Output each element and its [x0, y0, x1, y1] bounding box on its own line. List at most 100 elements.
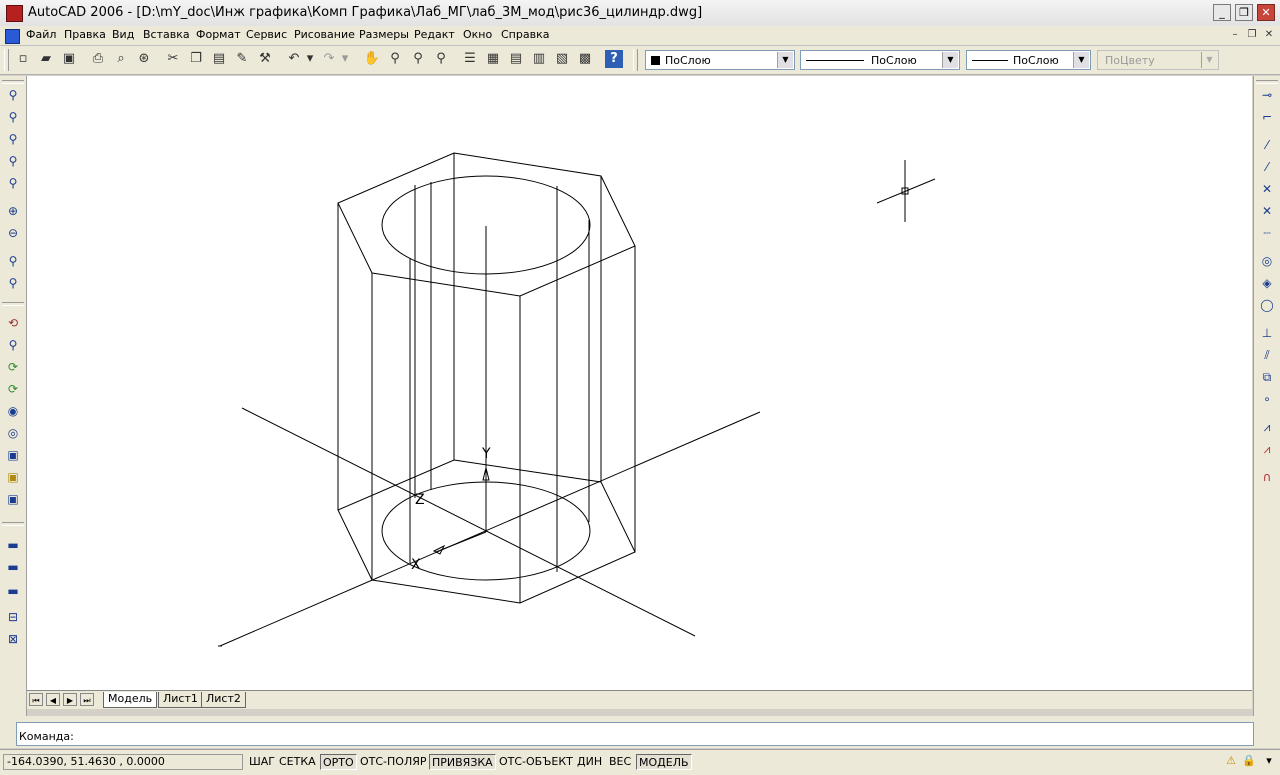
- toggle-lwt[interactable]: ВЕС: [607, 754, 633, 770]
- orbit-continuous-icon[interactable]: ⟳: [4, 358, 22, 376]
- document-icon[interactable]: [5, 29, 20, 44]
- doc-close-button[interactable]: ✕: [1262, 28, 1276, 41]
- chevron-down-icon[interactable]: ▼: [1201, 52, 1217, 68]
- markup-icon[interactable]: ▧: [553, 50, 571, 68]
- zoom-center-icon[interactable]: ⚲: [4, 152, 22, 170]
- linetype-select[interactable]: ПоСлою ▼: [800, 50, 960, 70]
- zoom-window-icon[interactable]: ⚲: [409, 50, 427, 68]
- model-space-drawing[interactable]: Y Z X: [27, 76, 1252, 690]
- toolpalettes-icon[interactable]: ▤: [507, 50, 525, 68]
- snap-tangent-icon[interactable]: ◎: [1258, 252, 1276, 270]
- tab-layout2[interactable]: Лист2: [201, 692, 246, 708]
- zoom-in-icon[interactable]: ⊕: [4, 202, 22, 220]
- osnap-settings-icon[interactable]: ∩: [1258, 468, 1276, 486]
- snap-node-icon[interactable]: ⫽: [1258, 346, 1276, 364]
- zoom-extents-icon[interactable]: ⚲: [4, 274, 22, 292]
- help-icon[interactable]: ?: [605, 50, 623, 68]
- snap-parallel-icon[interactable]: ◯: [1258, 296, 1276, 314]
- toggle-otrack[interactable]: ОТС-ОБЪЕКТ: [497, 754, 575, 770]
- snap-apparent-icon[interactable]: ⁄: [1258, 158, 1276, 176]
- zoom-object-icon[interactable]: ⚲: [4, 174, 22, 192]
- ucs-previous-icon[interactable]: ▬: [4, 558, 22, 576]
- coordinate-readout[interactable]: -164.0390, 51.4630 , 0.0000: [3, 754, 243, 770]
- snap-endpoint-icon[interactable]: ⊸: [1258, 86, 1276, 104]
- pan-icon[interactable]: ✋: [363, 50, 381, 68]
- drawing-canvas[interactable]: Y Z X: [27, 76, 1252, 690]
- camera-icon[interactable]: ⟳: [4, 380, 22, 398]
- chevron-down-icon[interactable]: ▼: [1073, 52, 1089, 68]
- chevron-down-icon[interactable]: ▼: [777, 52, 793, 68]
- toggle-polar[interactable]: ОТС-ПОЛЯР: [358, 754, 429, 770]
- zoom-scale-icon[interactable]: ⚲: [4, 130, 22, 148]
- paste-icon[interactable]: ▤: [210, 50, 228, 68]
- tab-model[interactable]: Модель: [103, 692, 158, 708]
- communication-center-icon[interactable]: ⚠: [1224, 754, 1238, 768]
- zoom-window-icon[interactable]: ⚲: [4, 86, 22, 104]
- named-view-icon[interactable]: ▣: [4, 468, 22, 486]
- menu-tools[interactable]: Сервис: [246, 28, 287, 41]
- toggle-dyn[interactable]: ДИН: [575, 754, 604, 770]
- view-icon[interactable]: ▣: [4, 446, 22, 464]
- plotstyle-select[interactable]: ПоЦвету ▼: [1097, 50, 1219, 70]
- menu-dimension[interactable]: Размеры: [359, 28, 409, 41]
- print-icon[interactable]: ⎙: [89, 50, 107, 68]
- redo-icon[interactable]: ↷: [320, 50, 338, 68]
- undo-dropdown-icon[interactable]: ▾: [305, 50, 315, 68]
- orbit-icon[interactable]: ⟲: [4, 314, 22, 332]
- snap-insert-icon[interactable]: ⊥: [1258, 324, 1276, 342]
- menu-help[interactable]: Справка: [501, 28, 549, 41]
- cut-icon[interactable]: ✂: [164, 50, 182, 68]
- zoom-previous-icon[interactable]: ⚲: [432, 50, 450, 68]
- snap-none-icon[interactable]: ∘: [1258, 390, 1276, 408]
- zoom-all-icon[interactable]: ⚲: [4, 252, 22, 270]
- toolbar-grip[interactable]: [1256, 80, 1278, 84]
- zoom-dynamic-icon[interactable]: ⚲: [4, 108, 22, 126]
- snap-extension-icon[interactable]: ✕: [1258, 180, 1276, 198]
- open-icon[interactable]: ▰: [37, 50, 55, 68]
- next-tab-icon[interactable]: ▶: [63, 693, 77, 706]
- undo-icon[interactable]: ↶: [285, 50, 303, 68]
- ucs-view-icon[interactable]: ⊠: [4, 630, 22, 648]
- toolbar-grip[interactable]: [2, 522, 24, 526]
- zoom-realtime-icon[interactable]: ⚲: [386, 50, 404, 68]
- snap-temp-track-icon[interactable]: ⩘: [1258, 418, 1276, 436]
- snap-perpendicular-icon[interactable]: ◈: [1258, 274, 1276, 292]
- prev-tab-icon[interactable]: ◀: [46, 693, 60, 706]
- new-icon[interactable]: ▫: [14, 50, 32, 68]
- snap-quadrant-icon[interactable]: ┈: [1258, 224, 1276, 242]
- snap-from-icon[interactable]: ⩘: [1258, 440, 1276, 458]
- menu-window[interactable]: Окно: [463, 28, 492, 41]
- minimize-button[interactable]: _: [1213, 4, 1231, 21]
- matchprop-icon[interactable]: ✎: [233, 50, 251, 68]
- redo-dropdown-icon[interactable]: ▾: [340, 50, 350, 68]
- autocad-app-icon[interactable]: [6, 5, 23, 22]
- preview-icon[interactable]: ⌕: [112, 50, 130, 68]
- ucs-face-icon[interactable]: ▬: [4, 582, 22, 600]
- toggle-osnap[interactable]: ПРИВЯЗКА: [429, 754, 496, 770]
- snap-center-icon[interactable]: ✕: [1258, 202, 1276, 220]
- menu-edit[interactable]: Правка: [64, 28, 106, 41]
- toolbar-grip[interactable]: [4, 49, 9, 71]
- toggle-model[interactable]: МОДЕЛЬ: [636, 754, 692, 770]
- toolbar-grip[interactable]: [633, 49, 638, 71]
- snap-midpoint-icon[interactable]: ⌐: [1258, 108, 1276, 126]
- snap-nearest-icon[interactable]: ⧉: [1258, 368, 1276, 386]
- toolbar-grip[interactable]: [2, 302, 24, 306]
- toggle-grid[interactable]: СЕТКА: [277, 754, 318, 770]
- snap-intersection-icon[interactable]: ⁄: [1258, 136, 1276, 154]
- ucs-object-icon[interactable]: ⊟: [4, 608, 22, 626]
- copy-icon[interactable]: ❐: [187, 50, 205, 68]
- menu-draw[interactable]: Рисование: [294, 28, 355, 41]
- designcenter-icon[interactable]: ▦: [484, 50, 502, 68]
- blockeditor-icon[interactable]: ⚒: [256, 50, 274, 68]
- sheetset-icon[interactable]: ▥: [530, 50, 548, 68]
- save-icon[interactable]: ▣: [60, 50, 78, 68]
- menu-view[interactable]: Вид: [112, 28, 134, 41]
- doc-restore-button[interactable]: ❐: [1245, 28, 1259, 41]
- toggle-ortho[interactable]: ОРТО: [320, 754, 357, 770]
- restore-button[interactable]: ❐: [1235, 4, 1253, 21]
- menu-modify[interactable]: Редакт: [414, 28, 455, 41]
- calculator-icon[interactable]: ▩: [576, 50, 594, 68]
- ucs-world-icon[interactable]: ▬: [4, 536, 22, 554]
- fly-icon[interactable]: ◎: [4, 424, 22, 442]
